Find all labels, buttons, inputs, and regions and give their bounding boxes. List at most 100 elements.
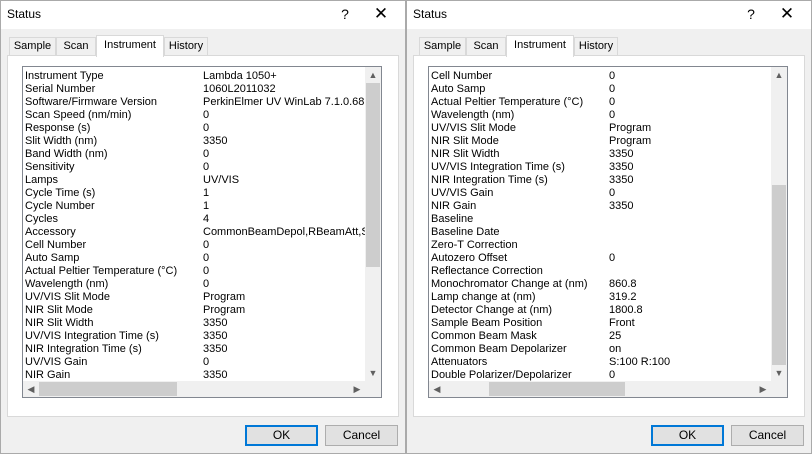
cancel-button[interactable]: Cancel xyxy=(325,425,398,446)
list-item: Actual Peltier Temperature (°C) 0 xyxy=(429,96,771,109)
property-value: PerkinElmer UV WinLab 7.1.0.68 / xyxy=(203,96,371,108)
ok-button[interactable]: OK xyxy=(651,425,724,446)
scroll-left-icon[interactable]: ◀ xyxy=(23,381,39,397)
property-value: 3350 xyxy=(609,161,634,173)
list-item: UV/VIS Slit Mode Program xyxy=(429,122,771,135)
property-label: UV/VIS Integration Time (s) xyxy=(25,330,159,342)
property-label: UV/VIS Gain xyxy=(25,356,88,368)
property-label: Cycle Time (s) xyxy=(25,187,96,199)
status-rows: Instrument Type Lambda 1050+ Serial Number… xyxy=(23,70,376,382)
scroll-down-icon[interactable]: ▼ xyxy=(771,365,787,381)
vertical-scrollbar[interactable]: ▲ ▼ xyxy=(771,67,787,381)
list-item: Common Beam Depolarizer on xyxy=(429,343,771,356)
property-label: Band Width (nm) xyxy=(25,148,108,160)
list-item: Attenuators S:100 R:100 xyxy=(429,356,771,369)
scroll-right-icon[interactable]: ▶ xyxy=(755,381,771,397)
property-label: UV/VIS Slit Mode xyxy=(431,122,516,134)
instrument-status-list[interactable]: Cell Number 0 Auto Samp 0 Actual Peltier Tem… xyxy=(428,66,788,398)
tab-history[interactable]: History xyxy=(164,37,208,56)
tab-sample[interactable]: Sample xyxy=(9,37,56,56)
list-item: Wavelength (nm) 0 xyxy=(23,278,365,291)
vertical-scrollbar[interactable]: ▲ ▼ xyxy=(365,67,381,381)
property-label: NIR Slit Mode xyxy=(25,304,93,316)
horizontal-scrollbar[interactable]: ◀ ▶ xyxy=(23,381,365,397)
close-icon[interactable]: ✕ xyxy=(775,3,799,25)
property-value: Program xyxy=(203,291,246,303)
property-value: 0 xyxy=(609,83,616,95)
list-item: Auto Samp 0 xyxy=(429,83,771,96)
ok-button[interactable]: OK xyxy=(245,425,318,446)
property-label: Slit Width (nm) xyxy=(25,135,98,147)
property-value: 3350 xyxy=(203,343,228,355)
list-item: Instrument Type Lambda 1050+ xyxy=(23,70,365,83)
list-item: Cycle Time (s) 1 xyxy=(23,187,365,200)
horizontal-scrollbar[interactable]: ◀ ▶ xyxy=(429,381,771,397)
property-label: Cycles xyxy=(25,213,59,225)
property-label: NIR Slit Width xyxy=(431,148,500,160)
property-label: Software/Firmware Version xyxy=(25,96,158,108)
property-value: 860.8 xyxy=(609,278,637,290)
scroll-up-icon[interactable]: ▲ xyxy=(365,67,381,83)
list-item: Detector Change at (nm) 1800.8 xyxy=(429,304,771,317)
list-item: Cycle Number 1 xyxy=(23,200,365,213)
property-label: NIR Integration Time (s) xyxy=(25,343,142,355)
help-icon[interactable]: ? xyxy=(333,3,357,25)
scroll-down-icon[interactable]: ▼ xyxy=(365,365,381,381)
property-label: Accessory xyxy=(25,226,76,238)
list-item: UV/VIS Gain 0 xyxy=(429,187,771,200)
property-label: Auto Samp xyxy=(431,83,486,95)
property-label: NIR Slit Width xyxy=(25,317,94,329)
list-item: Autozero Offset 0 xyxy=(429,252,771,265)
dialog-title: Status xyxy=(413,7,448,21)
property-label: Zero-T Correction xyxy=(431,239,518,251)
horizontal-scroll-thumb[interactable] xyxy=(489,382,625,396)
property-label: NIR Slit Mode xyxy=(431,135,499,147)
property-value: 0 xyxy=(609,70,616,82)
property-value: 3350 xyxy=(203,135,228,147)
tab-instrument[interactable]: Instrument xyxy=(506,35,574,57)
list-item: NIR Integration Time (s) 3350 xyxy=(429,174,771,187)
status-dialog-left: Status ? ✕ Sample Scan Instrument Histor… xyxy=(0,0,406,454)
close-icon[interactable]: ✕ xyxy=(369,3,393,25)
property-value: CommonBeamDepol,RBeamAtt,SB xyxy=(203,226,377,238)
list-item: NIR Gain 3350 xyxy=(429,200,771,213)
property-label: Auto Samp xyxy=(25,252,80,264)
vertical-scroll-thumb[interactable] xyxy=(772,185,786,365)
property-value: Program xyxy=(203,304,246,316)
horizontal-scroll-thumb[interactable] xyxy=(39,382,177,396)
property-value: 0 xyxy=(609,96,616,108)
tab-scan[interactable]: Scan xyxy=(466,37,506,56)
property-value: 25 xyxy=(609,330,622,342)
property-value: 3350 xyxy=(609,200,634,212)
property-label: UV/VIS Slit Mode xyxy=(25,291,110,303)
list-item: UV/VIS Gain 0 xyxy=(23,356,365,369)
scroll-left-icon[interactable]: ◀ xyxy=(429,381,445,397)
list-item: Scan Speed (nm/min) 0 xyxy=(23,109,365,122)
property-label: Wavelength (nm) xyxy=(431,109,515,121)
list-item: Reflectance Correction xyxy=(429,265,771,278)
property-label: Lamps xyxy=(25,174,59,186)
scroll-up-icon[interactable]: ▲ xyxy=(771,67,787,83)
tab-instrument[interactable]: Instrument xyxy=(96,35,164,57)
property-label: UV/VIS Gain xyxy=(431,187,494,199)
property-label: Instrument Type xyxy=(25,70,104,82)
instrument-status-list[interactable]: Instrument Type Lambda 1050+ Serial Number… xyxy=(22,66,382,398)
property-value: 319.2 xyxy=(609,291,637,303)
tab-strip: Sample Scan Instrument History xyxy=(413,35,805,57)
tab-sample[interactable]: Sample xyxy=(419,37,466,56)
scroll-right-icon[interactable]: ▶ xyxy=(349,381,365,397)
property-value: 0 xyxy=(203,161,210,173)
list-item: Cell Number 0 xyxy=(429,70,771,83)
property-value: 0 xyxy=(203,148,210,160)
vertical-scroll-thumb[interactable] xyxy=(366,83,380,267)
help-icon[interactable]: ? xyxy=(739,3,763,25)
list-item: Auto Samp 0 xyxy=(23,252,365,265)
scrollbar-corner xyxy=(365,381,381,397)
tab-history[interactable]: History xyxy=(574,37,618,56)
tab-scan[interactable]: Scan xyxy=(56,37,96,56)
status-rows: Cell Number 0 Auto Samp 0 Actual Peltier Tem… xyxy=(429,70,771,382)
property-label: Baseline Date xyxy=(431,226,500,238)
property-value: UV/VIS xyxy=(203,174,240,186)
list-item: Sample Beam Position Front xyxy=(429,317,771,330)
cancel-button[interactable]: Cancel xyxy=(731,425,804,446)
